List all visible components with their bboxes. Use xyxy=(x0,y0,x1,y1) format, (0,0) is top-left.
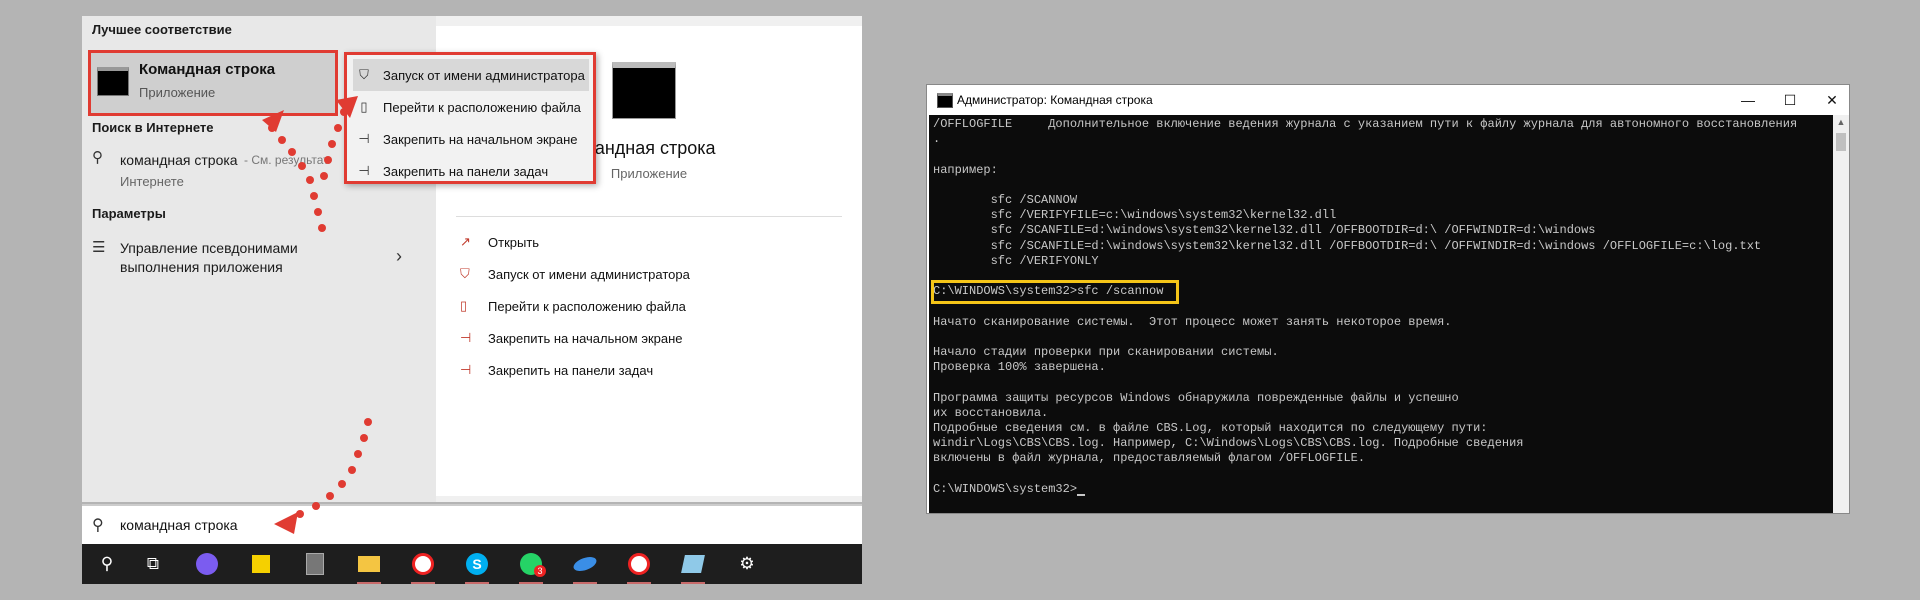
console-line: например: xyxy=(933,162,998,177)
command-highlight-box xyxy=(931,280,1179,305)
title-bar: Администратор: Командная строка — ☐ ✕ xyxy=(927,85,1849,115)
cmd-window: Администратор: Командная строка — ☐ ✕ /O… xyxy=(926,84,1850,514)
console-line: C:\WINDOWS\system32> xyxy=(933,482,1086,496)
console-line: sfc /SCANFILE=d:\windows\system32\kernel… xyxy=(933,223,1596,238)
console-output[interactable]: /OFFLOGFILE Дополнительное включение вед… xyxy=(929,115,1833,513)
window-title: Администратор: Командная строка xyxy=(957,93,1153,107)
console-line: включены в файл журнала, предоставляемый… xyxy=(933,451,1366,466)
text-cursor xyxy=(1077,493,1086,496)
console-line: Начато сканирование системы. Этот процес… xyxy=(933,314,1452,329)
console-line: Программа защиты ресурсов Windows обнару… xyxy=(933,390,1459,405)
console-line: sfc /VERIFYFILE=c:\windows\system32\kern… xyxy=(933,208,1337,223)
console-line: . xyxy=(933,132,941,147)
cmd-window-icon xyxy=(937,93,953,108)
console-line: windir\Logs\CBS\CBS.log. Например, C:\Wi… xyxy=(933,436,1524,451)
console-line: Проверка 100% завершена. xyxy=(933,360,1106,375)
console-line: Подробные сведения см. в файле CBS.Log, … xyxy=(933,421,1488,435)
console-line: их восстановила. xyxy=(933,405,1049,420)
console-line: sfc /VERIFYONLY xyxy=(933,253,1099,268)
console-line: sfc /SCANFILE=d:\windows\system32\kernel… xyxy=(933,238,1762,253)
console-line: Начало стадии проверки при сканировании … xyxy=(933,345,1279,359)
minimize-button[interactable]: — xyxy=(1733,89,1763,111)
console-line: /OFFLOGFILE Дополнительное включение вед… xyxy=(933,117,1798,131)
close-button[interactable]: ✕ xyxy=(1817,89,1847,111)
scrollbar[interactable]: ▲ xyxy=(1833,115,1849,513)
maximize-button[interactable]: ☐ xyxy=(1775,89,1805,111)
scroll-thumb[interactable] xyxy=(1836,133,1846,151)
console-line: sfc /SCANNOW xyxy=(933,193,1078,207)
scroll-up-icon[interactable]: ▲ xyxy=(1833,117,1849,127)
